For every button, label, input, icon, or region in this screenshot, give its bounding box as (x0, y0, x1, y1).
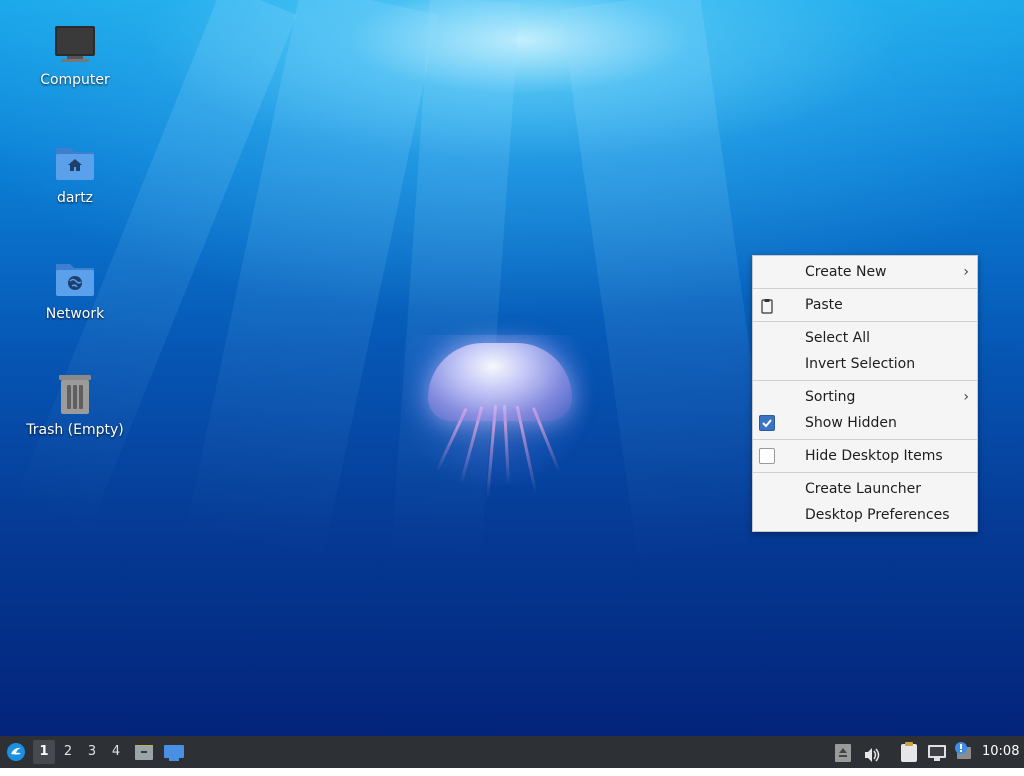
menu-item-select-all[interactable]: Select All (753, 325, 977, 351)
network-icon (927, 743, 947, 775)
update-notifier-icon (953, 741, 973, 774)
network-button[interactable] (926, 736, 948, 768)
menu-item-label: Select All (805, 330, 870, 346)
desktop-icon-label: dartz (56, 190, 94, 206)
show-desktop-button[interactable] (161, 736, 185, 768)
menu-item-paste[interactable]: Paste (753, 292, 977, 318)
file-manager-launcher[interactable] (133, 736, 155, 768)
menu-item-label: Sorting (805, 389, 856, 405)
network-folder-icon (53, 256, 97, 300)
taskbar: 1 2 3 4 10:08 (0, 736, 1024, 768)
clock[interactable]: 10:08 (982, 736, 1022, 768)
menu-separator (753, 472, 977, 473)
chevron-right-icon: › (963, 389, 969, 405)
clipboard-button[interactable] (899, 736, 919, 768)
menu-item-create-launcher[interactable]: Create Launcher (753, 476, 977, 502)
menu-separator (753, 288, 977, 289)
menu-item-label: Create Launcher (805, 481, 922, 497)
lubuntu-menu-icon (6, 742, 26, 775)
checkbox-unchecked-icon[interactable] (759, 448, 775, 464)
paste-icon (759, 297, 775, 314)
menu-item-label: Show Hidden (805, 415, 897, 431)
menu-item-desktop-preferences[interactable]: Desktop Preferences (753, 502, 977, 528)
desktop-icon-home-folder[interactable]: dartz (20, 140, 130, 206)
menu-separator (753, 380, 977, 381)
update-notifier-button[interactable] (952, 736, 974, 768)
volume-button[interactable] (862, 736, 882, 768)
home-folder-icon (53, 140, 97, 184)
workspace-4[interactable]: 4 (105, 740, 127, 764)
volume-icon (863, 744, 881, 776)
clipboard-icon (900, 741, 918, 776)
menu-item-sorting[interactable]: Sorting › (753, 384, 977, 410)
jellyfish-wallpaper-image (380, 335, 600, 505)
menu-item-label: Invert Selection (805, 356, 916, 372)
menu-item-create-new[interactable]: Create New › (753, 259, 977, 285)
desktop-icon-label: Network (45, 306, 105, 322)
menu-separator (753, 439, 977, 440)
desktop-icon-trash[interactable]: Trash (Empty) (20, 372, 130, 438)
eject-button[interactable] (834, 736, 852, 768)
chevron-right-icon: › (963, 264, 969, 280)
start-menu-button[interactable] (4, 736, 28, 768)
trash-icon (53, 372, 97, 416)
menu-item-hide-desktop-items[interactable]: Hide Desktop Items (753, 443, 977, 469)
menu-separator (753, 321, 977, 322)
file-manager-icon (134, 742, 154, 775)
desktop-background[interactable]: Computer dartz Network Trash (Empty) Cre… (0, 0, 1024, 736)
menu-item-invert-selection[interactable]: Invert Selection (753, 351, 977, 377)
desktop-icon-label: Computer (40, 72, 110, 88)
menu-item-label: Paste (805, 297, 843, 313)
workspace-2[interactable]: 2 (57, 740, 79, 764)
menu-item-show-hidden[interactable]: Show Hidden (753, 410, 977, 436)
workspace-1[interactable]: 1 (33, 740, 55, 764)
checkbox-checked-icon[interactable] (759, 415, 775, 431)
computer-icon (53, 22, 97, 66)
menu-item-label: Create New (805, 264, 887, 280)
show-desktop-icon (163, 743, 185, 775)
menu-item-label: Desktop Preferences (805, 507, 950, 523)
desktop-icon-network[interactable]: Network (20, 256, 130, 322)
desktop-icon-computer[interactable]: Computer (20, 22, 130, 88)
eject-icon (835, 743, 851, 775)
desktop-context-menu: Create New › Paste Select All Invert Sel… (752, 255, 978, 532)
menu-item-label: Hide Desktop Items (805, 448, 943, 464)
workspace-3[interactable]: 3 (81, 740, 103, 764)
desktop-icon-label: Trash (Empty) (26, 422, 124, 438)
